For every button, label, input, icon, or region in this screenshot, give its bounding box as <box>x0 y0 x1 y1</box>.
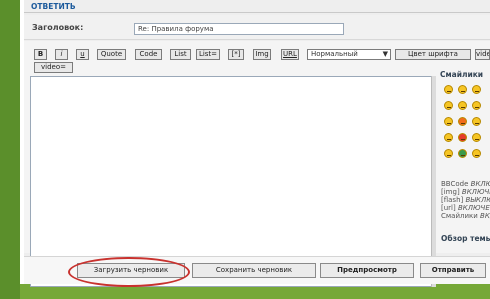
subject-row: Заголовок: Re: Правила форума <box>24 15 490 40</box>
smiley-icon[interactable] <box>444 149 453 158</box>
img-button[interactable]: Img <box>253 49 271 60</box>
smiley-icon[interactable] <box>472 85 481 94</box>
post-form: ОТВЕТИТЬ Заголовок: Re: Правила форума B… <box>24 0 490 287</box>
list-equals-button[interactable]: List= <box>196 49 220 60</box>
list-button[interactable]: List <box>170 49 191 60</box>
smiley-icon[interactable] <box>472 149 481 158</box>
bbinfo-line: Смайлики ВКЛЮЧЕНЫ <box>441 212 490 220</box>
smiley-icon[interactable] <box>458 133 467 142</box>
video-equals-button[interactable]: video= <box>34 62 73 73</box>
smiley-icon[interactable] <box>458 85 467 94</box>
code-button[interactable]: Code <box>135 49 162 60</box>
smiley-icon[interactable] <box>458 117 467 126</box>
bbinfo-line: [img] ВКЛЮЧЕН <box>441 188 490 196</box>
bbcode-info: BBCode ВКЛЮЧЕН [img] ВКЛЮЧЕН [flash] ВЫК… <box>441 180 490 220</box>
font-size-value: Нормальный <box>311 50 358 58</box>
form-title: ОТВЕТИТЬ <box>31 2 76 11</box>
form-header: ОТВЕТИТЬ <box>24 0 490 13</box>
url-button[interactable]: URL <box>281 49 299 60</box>
bbinfo-line: BBCode ВКЛЮЧЕН <box>441 180 490 188</box>
smiley-icon[interactable] <box>444 101 453 110</box>
smiley-icon[interactable] <box>458 149 467 158</box>
quote-button[interactable]: Quote <box>97 49 126 60</box>
smiley-icon[interactable] <box>444 85 453 94</box>
subject-input[interactable]: Re: Правила форума <box>134 23 344 35</box>
chevron-down-icon: ▼ <box>382 50 388 58</box>
smilies-panel: Смайлики <box>440 70 490 79</box>
smiley-icon[interactable] <box>472 101 481 110</box>
bold-button[interactable]: B <box>34 49 47 60</box>
smiley-icon[interactable] <box>458 101 467 110</box>
submit-button[interactable]: Отправить <box>420 263 486 278</box>
preview-button[interactable]: Предпросмотр <box>320 263 414 278</box>
subject-label: Заголовок: <box>32 23 84 32</box>
header-divider <box>24 12 490 13</box>
topic-review-link[interactable]: Обзор темы <box>441 234 490 243</box>
bbinfo-line: [flash] ВЫКЛЮЧЕН <box>441 196 490 204</box>
italic-button[interactable]: i <box>55 49 68 60</box>
smiley-icon[interactable] <box>444 117 453 126</box>
left-green-border <box>0 0 20 299</box>
smilies-title: Смайлики <box>440 70 484 79</box>
smiley-icon[interactable] <box>472 117 481 126</box>
editor-area: B i u Quote Code List List= [*] Img URL … <box>24 41 490 287</box>
font-size-select[interactable]: Нормальный ▼ <box>307 49 391 60</box>
underline-button[interactable]: u <box>76 49 89 60</box>
list-item-button[interactable]: [*] <box>228 49 244 60</box>
save-draft-button[interactable]: Сохранить черновик <box>192 263 316 278</box>
action-buttons-row: Загрузить черновик Сохранить черновик Пр… <box>24 256 490 287</box>
bbinfo-line: [url] ВКЛЮЧЕН <box>441 204 490 212</box>
font-color-button[interactable]: Цвет шрифта <box>395 49 471 60</box>
smiley-icon[interactable] <box>472 133 481 142</box>
highlight-ellipse <box>68 257 190 287</box>
smiley-icon[interactable] <box>444 133 453 142</box>
video-button[interactable]: video <box>475 49 490 60</box>
